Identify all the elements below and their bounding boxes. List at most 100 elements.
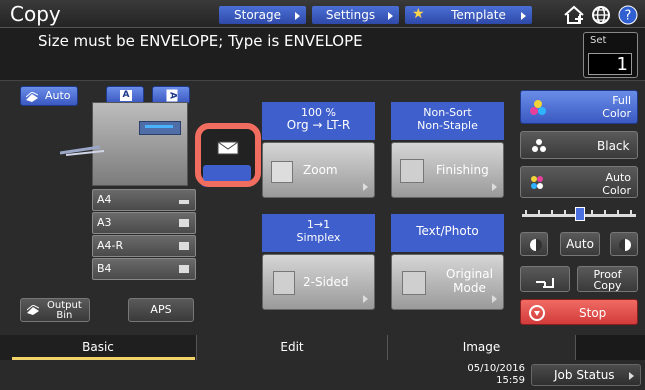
finishing-button[interactable]: Finishing	[391, 142, 504, 198]
svg-text:?: ?	[625, 9, 632, 24]
tray-a4-paper-icon	[179, 200, 189, 204]
auto-color-button[interactable]: Auto Color	[520, 166, 638, 198]
zoom-arrow-icon	[363, 183, 368, 191]
zoom-button[interactable]: Zoom	[262, 142, 375, 198]
set-count-box: Set 1	[583, 32, 638, 78]
tray-a4-r[interactable]: A4-R	[92, 235, 196, 257]
stop-icon	[529, 305, 545, 321]
envelope-highlight	[195, 123, 261, 187]
two-sided-label: 2-Sided	[303, 275, 349, 289]
aps-button[interactable]: APS	[128, 298, 194, 322]
auto-color-icon	[529, 174, 547, 192]
globe-icon[interactable]	[589, 4, 613, 26]
two-sided-icon	[273, 271, 295, 295]
tab-edit[interactable]: Edit	[197, 335, 388, 360]
aps-label: APS	[150, 303, 172, 316]
original-mode-info: Text/Photo	[391, 214, 504, 252]
original-mode-label: Original Mode	[446, 267, 493, 295]
original-mode-icon	[402, 271, 426, 295]
tray-b4-paper-icon	[179, 265, 189, 273]
storage-arrow-icon	[295, 12, 300, 20]
stop-label: Stop	[579, 306, 607, 320]
portrait-a-icon: A	[120, 90, 132, 101]
tray-indicator-icon	[145, 125, 173, 128]
bypass-tray-icon	[59, 142, 105, 156]
auto-label: Auto	[45, 89, 71, 102]
tab-basic-label: Basic	[82, 340, 114, 354]
density-darker-button[interactable]	[610, 232, 638, 256]
auto-color-label: Auto Color	[602, 171, 631, 197]
density-lighter-button[interactable]	[520, 232, 548, 256]
density-slider-thumb[interactable]	[575, 207, 585, 221]
auto-density-button[interactable]: Auto	[560, 232, 600, 256]
envelope-tray-label-bg	[203, 165, 251, 181]
original-mode-arrow-icon	[492, 295, 497, 303]
finishing-sort: Non-Sort	[423, 106, 472, 119]
app-title: Copy	[10, 2, 61, 26]
two-sided-mode: 1→1	[306, 218, 331, 231]
interrupt-icon	[535, 273, 557, 288]
two-sided-button[interactable]: 2-Sided	[262, 254, 375, 310]
two-sided-info: 1→1 Simplex	[262, 214, 375, 252]
output-tray-icon	[139, 121, 181, 135]
tray-a4-r-label: A4-R	[97, 239, 124, 252]
tray-b4[interactable]: B4	[92, 258, 196, 280]
tab-image-label: Image	[462, 340, 501, 354]
proof-copy-label: Proof Copy	[593, 268, 622, 292]
tray-a3-label: A3	[97, 216, 112, 229]
tray-a3[interactable]: A3	[92, 212, 196, 234]
finishing-icon	[400, 159, 424, 183]
tab-basic[interactable]: Basic	[0, 335, 197, 360]
output-bin-icon	[26, 304, 40, 315]
set-label: Set	[590, 35, 607, 46]
paper-stack-icon	[25, 90, 39, 102]
finishing-staple: Non-Staple	[417, 119, 478, 132]
help-icon[interactable]: ?	[616, 4, 640, 26]
tray-a4[interactable]: A4	[92, 189, 196, 211]
zoom-ratio: Org → LT-R	[286, 118, 351, 132]
set-count-value[interactable]: 1	[588, 53, 632, 75]
tray-a4-r-paper-icon	[179, 242, 189, 250]
star-icon: ★	[412, 6, 425, 22]
full-color-label: Full Color	[602, 94, 631, 120]
finishing-arrow-icon	[492, 183, 497, 191]
zoom-label: Zoom	[303, 163, 338, 177]
density-darker-icon	[619, 239, 631, 251]
tab-edit-label: Edit	[280, 340, 304, 354]
black-icon	[531, 138, 547, 154]
tab-image[interactable]: Image	[388, 335, 576, 360]
settings-tab-label: Settings	[325, 8, 376, 22]
two-sided-simplex: Simplex	[296, 231, 341, 244]
zoom-info: 100 % Org → LT-R	[262, 102, 375, 140]
landscape-a-icon: A	[166, 89, 178, 102]
settings-tab[interactable]: Settings	[312, 6, 399, 24]
storage-tab[interactable]: Storage	[219, 6, 306, 24]
date-text: 05/10/2016	[467, 363, 525, 374]
job-status-arrow-icon	[629, 372, 634, 380]
proof-copy-button[interactable]: Proof Copy	[577, 266, 638, 292]
interrupt-button[interactable]	[520, 266, 570, 292]
stop-button[interactable]: Stop	[520, 299, 638, 325]
full-color-button[interactable]: Full Color	[520, 90, 638, 124]
time-text: 15:59	[496, 375, 525, 386]
original-mode-button[interactable]: Original Mode	[391, 254, 504, 310]
auto-paper-button[interactable]: Auto	[20, 86, 78, 106]
settings-arrow-icon	[388, 12, 393, 20]
template-arrow-icon	[521, 12, 526, 20]
home-icon[interactable]	[562, 4, 586, 26]
full-color-icon	[529, 99, 547, 117]
finishing-label: Finishing	[436, 163, 489, 177]
tray-b4-label: B4	[97, 262, 112, 275]
black-label: Black	[597, 139, 630, 153]
output-bin-button[interactable]: Output Bin	[20, 298, 90, 322]
machine-diagram	[92, 102, 188, 186]
job-status-button[interactable]: Job Status	[531, 364, 641, 386]
output-bin-label: Output Bin	[47, 300, 82, 321]
template-tab[interactable]: ★ Template	[405, 6, 532, 24]
density-slider[interactable]	[520, 207, 638, 221]
tray-a3-paper-icon	[179, 219, 189, 227]
datetime: 05/10/2016 15:59	[461, 363, 525, 387]
template-tab-label: Template	[451, 8, 506, 22]
black-button[interactable]: Black	[520, 131, 638, 159]
tray-a4-label: A4	[97, 193, 112, 206]
